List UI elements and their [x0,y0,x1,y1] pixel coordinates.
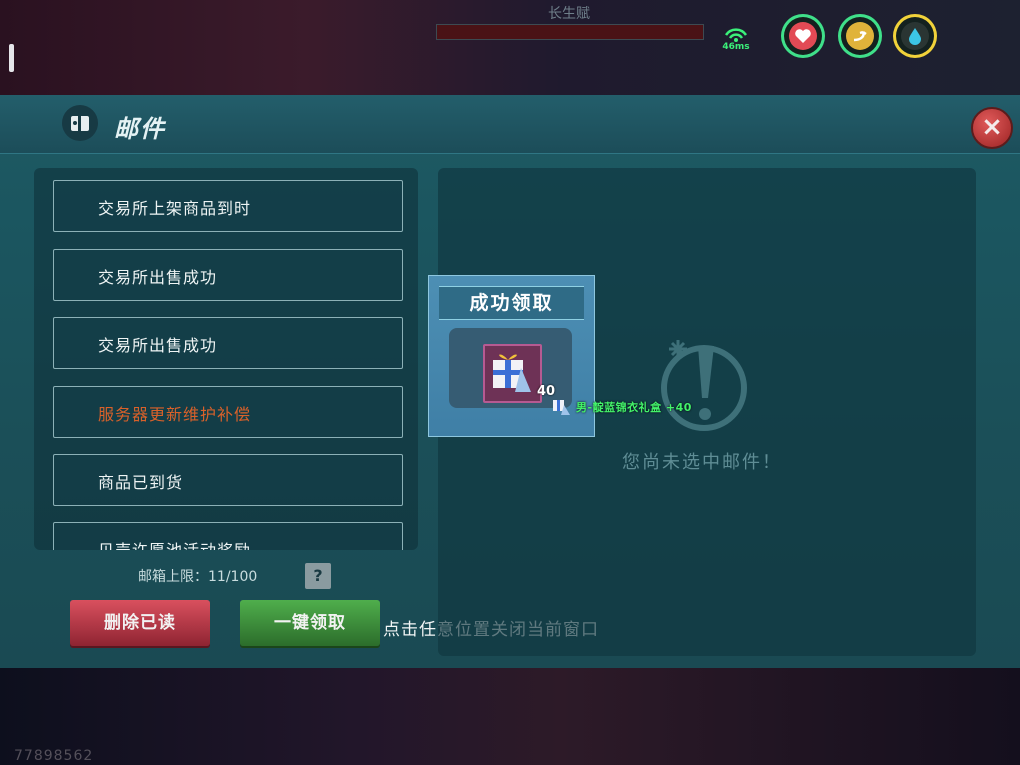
mailbox-capacity: 邮箱上限：11/100 [138,569,258,585]
droplet-icon [901,22,929,50]
mail-item-label: 交易所出售成功 [98,268,218,287]
wifi-icon [723,26,749,42]
boss-hp-fill [437,25,703,39]
help-button[interactable]: ? [305,563,331,589]
mail-item-label: 贝壳许愿池活动奖励 [98,537,251,550]
boss-hp-bar [436,24,704,40]
ping-value: 46ms [722,42,750,52]
mail-list-item[interactable]: 交易所出售成功 [53,317,403,369]
mail-list-item[interactable]: 交易所出售成功 [53,249,403,301]
delete-read-button[interactable]: 删除已读 [70,600,210,646]
menu-handle[interactable] [9,44,14,72]
mail-item-label: 服务器更新维护补偿 [98,405,252,424]
network-status: 46ms [718,26,754,52]
droplet-skill-button[interactable] [893,14,937,58]
mail-list-item[interactable]: 贝壳许愿池活动奖励 [53,522,403,550]
reward-notification: 男-靛蓝锦衣礼盒 +40 [576,401,692,414]
boss-name: 长生赋 [548,6,590,22]
mail-item-label: 交易所出售成功 [98,336,218,355]
heart-skill-button[interactable] [781,14,825,58]
mail-list-item[interactable]: 商品已到货 [53,454,403,506]
scene-background-bottom [0,668,1020,765]
claim-all-button[interactable]: 一键领取 [240,600,380,646]
mail-panel-header: 邮件 × [0,95,1020,154]
empty-state-text: 您尚未选中邮件！ [622,452,782,473]
heart-icon [789,22,817,50]
popup-title: 成功领取 [439,286,584,320]
mail-item-label: 交易所上架商品到时 [98,199,252,218]
gift-box-icon [483,344,542,403]
mail-list-item[interactable]: 服务器更新维护补偿 [53,386,403,438]
mail-icon [62,105,98,141]
player-id: 77898562 [14,748,94,764]
swirl-icon [846,22,874,50]
mail-item-label: 商品已到货 [98,473,184,492]
gift-box-small-icon [551,396,571,416]
mail-list-item[interactable]: 交易所上架商品到时 [53,180,403,232]
mail-panel-title: 邮件 [114,115,166,143]
mail-list[interactable]: 交易所上架商品到时 交易所出售成功 交易所出售成功 服务器更新维护补偿 商品已到… [34,168,418,550]
empty-mail-icon [661,340,747,431]
close-button[interactable]: × [971,107,1013,149]
swirl-skill-button[interactable] [838,14,882,58]
